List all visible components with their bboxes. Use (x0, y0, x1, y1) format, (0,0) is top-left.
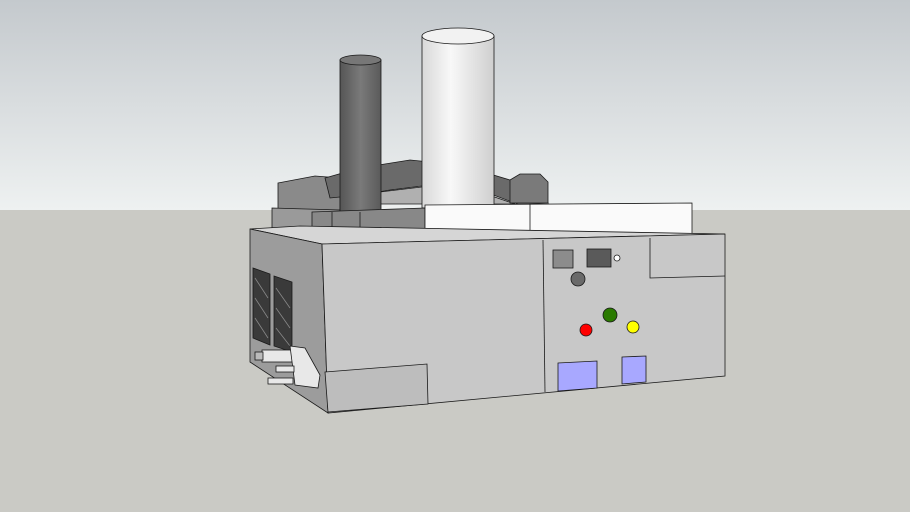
dark-chimney-top (339, 54, 382, 66)
white-chimney (421, 35, 495, 209)
button-yellow (626, 320, 640, 334)
knob-grey (570, 271, 586, 287)
small-cylinder-right (509, 173, 549, 204)
door-blue-left (557, 360, 598, 392)
button-red (579, 323, 593, 337)
dark-chimney (339, 59, 382, 216)
white-chimney-top (421, 27, 495, 45)
button-green (602, 307, 618, 323)
front-panel-bottom-left (324, 363, 429, 413)
3d-model-scene (0, 0, 910, 512)
indicator-white (613, 254, 621, 262)
display-panel-right (586, 248, 612, 268)
display-panel-left (552, 249, 574, 269)
door-blue-right (621, 355, 647, 385)
